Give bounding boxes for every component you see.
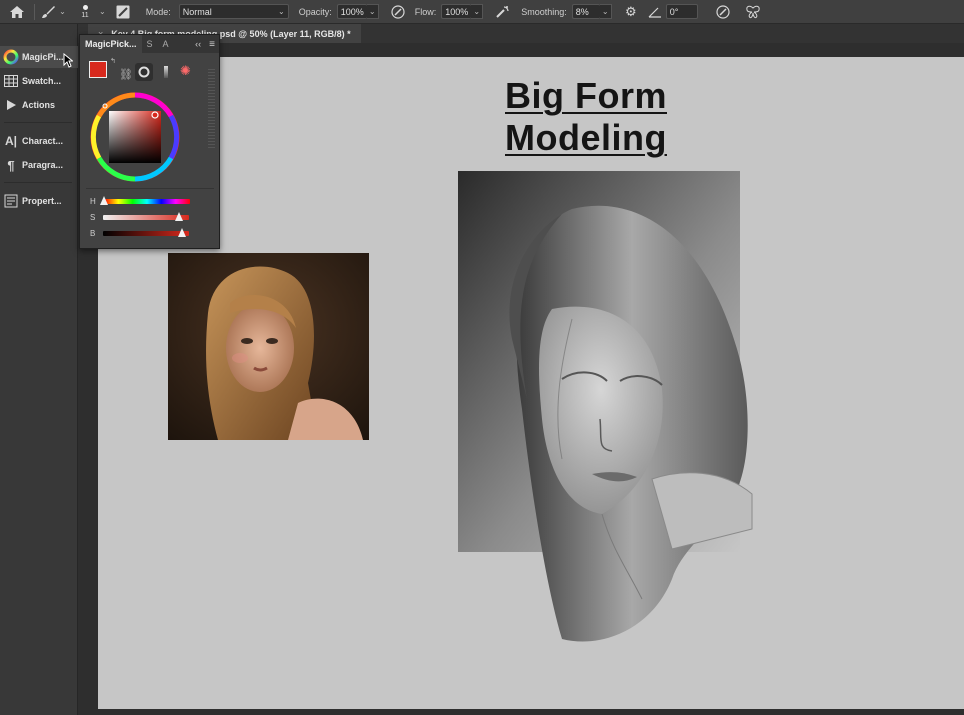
brightness-thumb[interactable] [178,227,187,237]
dock-item-paragraph[interactable]: ¶ Paragra... [0,154,78,176]
dock-divider [4,182,72,183]
canvas-title: Big Form Modeling [505,75,667,158]
brush-icon [40,5,56,19]
dock-item-label: Charact... [22,136,64,146]
panel-dock: MagicPi... Swatch... Actions A| Charact.… [0,24,78,715]
saturation-slider[interactable] [103,211,190,221]
dock-divider [4,122,72,123]
smoothing-value: 8% [575,6,589,17]
type-icon: A| [4,134,18,148]
canvas[interactable]: Big Form Modeling [98,57,964,709]
brush-settings-button[interactable] [112,0,134,24]
pressure-opacity-toggle[interactable] [389,0,407,24]
dock-item-label: Propert... [22,196,62,206]
swap-colors-icon[interactable]: ↰ [110,57,116,65]
brightness-label: B [90,228,96,238]
panel-divider [86,188,214,189]
reference-photo [168,253,369,440]
pilcrow-icon: ¶ [7,157,15,173]
angle-icon [648,6,662,18]
smoothing-settings-button[interactable]: ⚙ [622,0,640,24]
slider-mode-icon[interactable] [164,66,168,78]
home-button[interactable] [0,0,34,24]
sparkle-icon[interactable]: ✺ [180,63,191,79]
saturation-thumb[interactable] [175,211,184,221]
mouse-cursor-icon [63,53,73,68]
dock-item-properties[interactable]: Propert... [0,190,78,212]
play-icon [0,94,22,116]
airbrush-icon [495,5,510,19]
opacity-value: 100% [340,6,364,17]
menu-icon[interactable]: ≡ [205,39,219,50]
dock-item-swatches[interactable]: Swatch... [0,70,78,92]
brush-panel-icon [116,5,130,19]
opacity-input[interactable]: 100% [336,4,367,19]
wheel-mode-icon[interactable] [135,63,153,81]
hue-slider-row: H [90,195,210,207]
tab-a[interactable]: A [158,35,174,53]
grid-icon [0,70,22,92]
pen-pressure-icon [391,4,405,19]
smoothing-label: Smoothing: [521,6,567,17]
flow-value: 100% [445,6,469,17]
mode-value: Normal [182,6,212,17]
color-wheel[interactable] [89,91,181,183]
brush-size-value: 11 [81,11,89,19]
dock-item-label: Paragra... [22,160,64,170]
chevron-down-icon[interactable]: ⌄ [99,7,106,16]
properties-icon [0,190,22,212]
brightness-slider[interactable] [103,227,190,237]
dock-item-label: Actions [22,100,56,110]
grayscale-painting [452,169,772,649]
tool-preset-picker[interactable]: ⌄ [35,0,71,24]
smoothing-input[interactable]: 8% [571,4,600,19]
chevron-down-icon: ⌄ [59,7,66,16]
tab-swatches[interactable]: S [142,35,158,53]
brush-tip-icon [82,4,88,10]
saturation-slider-row: S [90,211,210,223]
dock-item-label: MagicPi... [22,52,64,62]
chevron-down-icon: ⌄ [278,7,285,16]
panel-resize-grip[interactable] [208,69,215,149]
smoothing-dropdown[interactable]: ⌄ [599,4,612,19]
home-icon [9,5,25,19]
flow-dropdown[interactable]: ⌄ [471,4,484,19]
collapse-icon[interactable]: ‹‹ [191,39,205,49]
brightness-slider-row: B [90,227,210,239]
pen-pressure-size-icon [716,4,730,19]
opacity-label: Opacity: [298,6,332,17]
dock-item-label: Swatch... [22,76,62,86]
options-bar: ⌄ 11 ⌄ Mode: Normal ⌄ Opacity: 100% ⌄ Fl… [0,0,964,24]
mode-select[interactable]: Normal ⌄ [178,4,289,19]
airbrush-toggle[interactable] [493,0,511,24]
gear-icon: ⚙ [624,3,637,19]
dock-item-actions[interactable]: Actions [0,94,78,116]
panel-tab-bar: MagicPick... S A ‹‹ ≡ [80,35,219,53]
dock-item-character[interactable]: A| Charact... [0,130,78,152]
brush-size-picker[interactable]: 11 [71,0,99,24]
angle-value: 0° [669,6,679,17]
flow-input[interactable]: 100% [441,4,472,19]
foreground-swatch[interactable] [89,61,107,78]
photoshop-window: ⌄ 11 ⌄ Mode: Normal ⌄ Opacity: 100% ⌄ Fl… [0,0,964,715]
magicpicker-panel[interactable]: MagicPick... S A ‹‹ ≡ ↰ ⛓ ✺ H S B [79,34,220,249]
flow-label: Flow: [414,6,437,17]
butterfly-icon [745,5,761,19]
hue-thumb[interactable] [99,195,108,205]
pressure-size-toggle[interactable] [714,0,732,24]
color-wheel-icon [0,46,22,68]
link-icon[interactable]: ⛓ [119,68,133,81]
saturation-label: S [90,212,96,222]
tab-magicpicker[interactable]: MagicPick... [80,35,142,53]
symmetry-button[interactable] [744,0,762,24]
opacity-dropdown[interactable]: ⌄ [366,4,379,19]
hue-slider[interactable] [99,195,190,205]
angle-input[interactable]: 0° [665,4,698,19]
hue-label: H [90,196,96,206]
mode-label: Mode: [145,6,171,17]
